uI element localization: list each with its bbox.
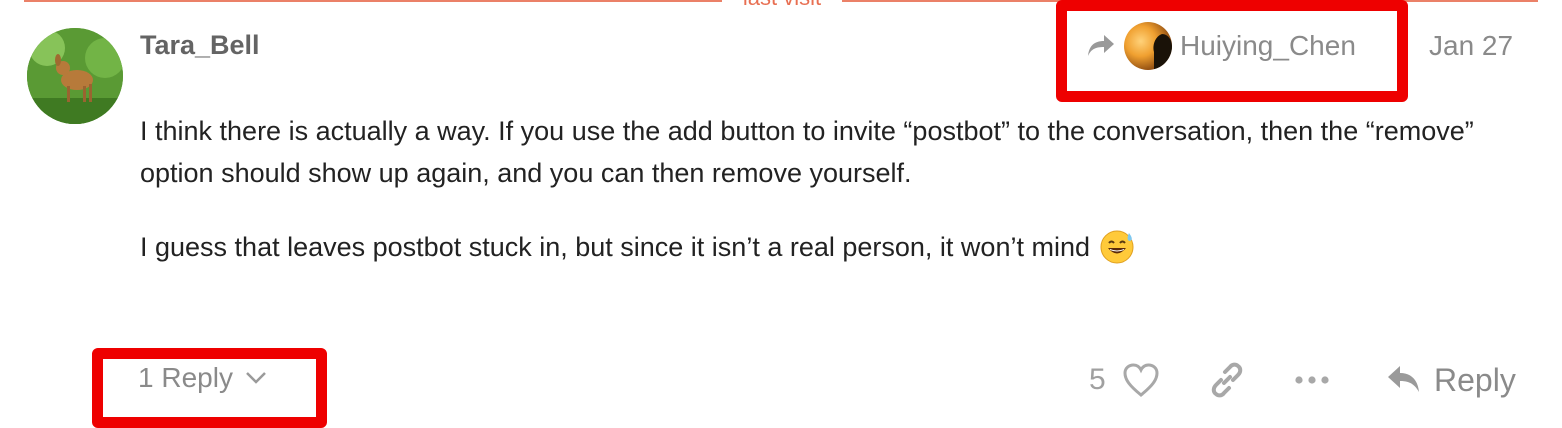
ellipsis-icon[interactable] bbox=[1294, 360, 1330, 400]
reply-arrow-icon bbox=[1388, 366, 1419, 392]
post-paragraph: I guess that leaves postbot stuck in, bu… bbox=[140, 226, 1530, 268]
highlight-box-replies bbox=[92, 348, 327, 428]
post-date[interactable]: Jan 27 bbox=[1429, 30, 1513, 62]
post-body: I think there is actually a way. If you … bbox=[140, 110, 1530, 268]
link-icon[interactable] bbox=[1208, 361, 1246, 399]
reply-button-label: Reply bbox=[1434, 361, 1516, 398]
author-avatar[interactable] bbox=[27, 28, 123, 124]
reply-button[interactable]: Reply bbox=[1386, 360, 1516, 400]
like-count: 5 bbox=[1089, 363, 1106, 396]
highlight-box-reply-to bbox=[1056, 0, 1408, 102]
last-visit-label: last visit bbox=[722, 0, 842, 10]
last-visit-divider-left bbox=[24, 0, 722, 2]
post-paragraph: I think there is actually a way. If you … bbox=[140, 116, 1474, 188]
sweat-smile-emoji bbox=[1100, 230, 1134, 264]
author-username[interactable]: Tara_Bell bbox=[140, 30, 260, 61]
heart-icon[interactable] bbox=[1122, 362, 1160, 398]
post-paragraph-text: I guess that leaves postbot stuck in, bu… bbox=[140, 232, 1090, 262]
